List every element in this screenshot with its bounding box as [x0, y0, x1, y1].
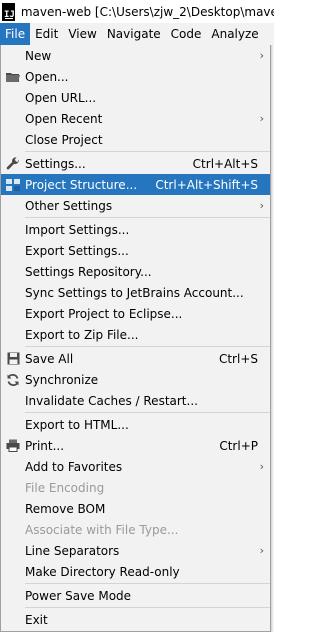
- menu-file[interactable]: File: [0, 23, 31, 45]
- menu-item-label: Export Project to Eclipse...: [25, 306, 183, 321]
- printer-icon: [1, 435, 25, 456]
- submenu-arrow-icon: ›: [259, 49, 264, 62]
- menu-item-label: Export to HTML...: [25, 417, 129, 432]
- menu-item-import-settings[interactable]: Import Settings...: [1, 219, 270, 240]
- menu-item-label: Open...: [25, 69, 69, 84]
- menu-item-label: Close Project: [25, 132, 103, 147]
- menu-item-label: Save All: [25, 351, 74, 366]
- menu-item-file-encoding: File Encoding: [1, 477, 270, 498]
- menu-item-label: Invalidate Caches / Restart...: [25, 393, 198, 408]
- menu-item-label: Add to Favorites: [25, 459, 123, 474]
- menu-item-label: Open URL...: [25, 90, 97, 105]
- menu-item-label: Remove BOM: [25, 501, 106, 516]
- save-icon: [1, 348, 25, 369]
- menu-item-add-favorites[interactable]: Add to Favorites ›: [1, 456, 270, 477]
- menu-item-label: New: [25, 48, 52, 63]
- folder-icon: [1, 66, 25, 87]
- menu-item-label: Make Directory Read-only: [25, 564, 180, 579]
- menu-item-label: Export to Zip File...: [25, 327, 139, 342]
- window-titlebar: IJ maven-web [C:\Users\zjw_2\Desktop\mav…: [0, 0, 274, 23]
- wrench-icon: [1, 153, 25, 174]
- menu-item-label: Exit: [25, 612, 48, 627]
- project-structure-icon: [1, 174, 25, 195]
- submenu-arrow-icon: ›: [259, 460, 264, 473]
- menu-item-label: Settings Repository...: [25, 264, 152, 279]
- menu-code[interactable]: Code: [166, 23, 207, 45]
- menu-item-associate-file-type: Associate with File Type...: [1, 519, 270, 540]
- sync-icon: [1, 369, 25, 390]
- menu-item-export-eclipse[interactable]: Export Project to Eclipse...: [1, 303, 270, 324]
- menu-item-exit[interactable]: Exit: [1, 609, 270, 630]
- menu-item-close-project[interactable]: Close Project: [1, 129, 270, 150]
- menu-item-label: Project Structure...: [25, 177, 138, 192]
- menu-analyze[interactable]: Analyze: [206, 23, 263, 45]
- menu-item-label: Open Recent: [25, 111, 103, 126]
- submenu-arrow-icon: ›: [259, 544, 264, 557]
- shortcut-label: Ctrl+Alt+S: [192, 156, 258, 171]
- menu-separator: [25, 607, 270, 608]
- menu-bar: File Edit View Navigate Code Analyze: [0, 23, 274, 45]
- menu-item-make-readonly[interactable]: Make Directory Read-only: [1, 561, 270, 582]
- menu-item-label: Export Settings...: [25, 243, 129, 258]
- menu-item-project-structure[interactable]: Project Structure... Ctrl+Alt+Shift+S: [1, 174, 270, 195]
- intellij-logo-icon: IJ: [2, 2, 15, 21]
- menu-item-sync-settings[interactable]: Sync Settings to JetBrains Account...: [1, 282, 270, 303]
- menu-item-label: Sync Settings to JetBrains Account...: [25, 285, 244, 300]
- menu-item-label: Associate with File Type...: [25, 522, 179, 537]
- dropdown-shadow: [271, 45, 274, 632]
- menu-item-label: Import Settings...: [25, 222, 130, 237]
- menu-item-new[interactable]: New ›: [1, 45, 270, 66]
- menu-item-label: Line Separators: [25, 543, 120, 558]
- menu-item-remove-bom[interactable]: Remove BOM: [1, 498, 270, 519]
- menu-item-settings[interactable]: Settings... Ctrl+Alt+S: [1, 153, 270, 174]
- menu-item-invalidate-caches[interactable]: Invalidate Caches / Restart...: [1, 390, 270, 411]
- menu-item-export-zip[interactable]: Export to Zip File...: [1, 324, 270, 345]
- menu-separator: [25, 346, 270, 347]
- menu-item-label: Other Settings: [25, 198, 113, 213]
- shortcut-label: Ctrl+S: [218, 351, 258, 366]
- menu-item-line-separators[interactable]: Line Separators ›: [1, 540, 270, 561]
- menu-separator: [25, 151, 270, 152]
- menu-item-print[interactable]: Print... Ctrl+P: [1, 435, 270, 456]
- menu-item-open-recent[interactable]: Open Recent ›: [1, 108, 270, 129]
- menu-item-label: File Encoding: [25, 480, 105, 495]
- menu-item-open[interactable]: Open...: [1, 66, 270, 87]
- menu-item-synchronize[interactable]: Synchronize: [1, 369, 270, 390]
- window-title: maven-web [C:\Users\zjw_2\Desktop\maven: [20, 4, 274, 19]
- menu-navigate[interactable]: Navigate: [102, 23, 166, 45]
- menu-item-settings-repository[interactable]: Settings Repository...: [1, 261, 270, 282]
- submenu-arrow-icon: ›: [259, 199, 264, 212]
- menu-edit[interactable]: Edit: [30, 23, 63, 45]
- file-menu-dropdown: New › Open... Open URL... Open Recent › …: [0, 45, 271, 632]
- menu-item-save-all[interactable]: Save All Ctrl+S: [1, 348, 270, 369]
- menu-item-export-settings[interactable]: Export Settings...: [1, 240, 270, 261]
- menu-separator: [25, 583, 270, 584]
- menu-item-label: Settings...: [25, 156, 86, 171]
- shortcut-label: Ctrl+P: [219, 438, 258, 453]
- menu-item-open-url[interactable]: Open URL...: [1, 87, 270, 108]
- menu-item-label: Power Save Mode: [25, 588, 132, 603]
- shortcut-label: Ctrl+Alt+Shift+S: [155, 177, 258, 192]
- menu-separator: [25, 412, 270, 413]
- menu-item-label: Synchronize: [25, 372, 99, 387]
- menu-separator: [25, 217, 270, 218]
- menu-view[interactable]: View: [63, 23, 101, 45]
- menu-item-label: Print...: [25, 438, 65, 453]
- menu-item-other-settings[interactable]: Other Settings ›: [1, 195, 270, 216]
- menu-item-export-html[interactable]: Export to HTML...: [1, 414, 270, 435]
- submenu-arrow-icon: ›: [259, 112, 264, 125]
- menu-item-power-save[interactable]: Power Save Mode: [1, 585, 270, 606]
